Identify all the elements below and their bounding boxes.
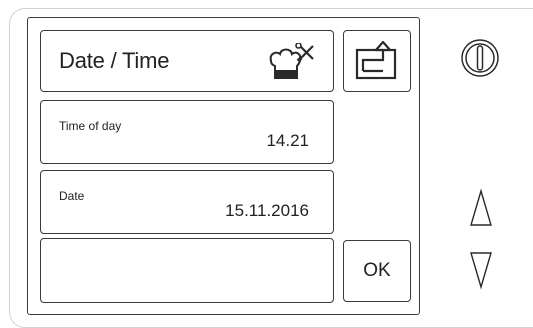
page-title: Date / Time — [59, 48, 170, 73]
triangle-down-icon[interactable] — [469, 250, 493, 290]
time-of-day-value: 14.21 — [266, 131, 309, 150]
date-label: Date — [59, 189, 85, 203]
time-of-day-field[interactable]: Time of day 14.21 — [40, 100, 334, 164]
empty-panel — [40, 238, 334, 303]
ok-button[interactable]: OK — [343, 240, 411, 302]
exit-arrow-icon — [355, 40, 397, 80]
exit-button[interactable] — [343, 30, 411, 92]
time-of-day-label: Time of day — [59, 119, 122, 133]
date-value: 15.11.2016 — [225, 201, 309, 220]
triangle-up-icon[interactable] — [469, 188, 493, 228]
date-field[interactable]: Date 15.11.2016 — [40, 170, 334, 234]
power-icon[interactable] — [460, 38, 500, 78]
ok-button-label: OK — [363, 260, 391, 281]
title-bar: Date / Time — [40, 30, 334, 92]
chef-hat-tools-icon — [269, 43, 314, 79]
